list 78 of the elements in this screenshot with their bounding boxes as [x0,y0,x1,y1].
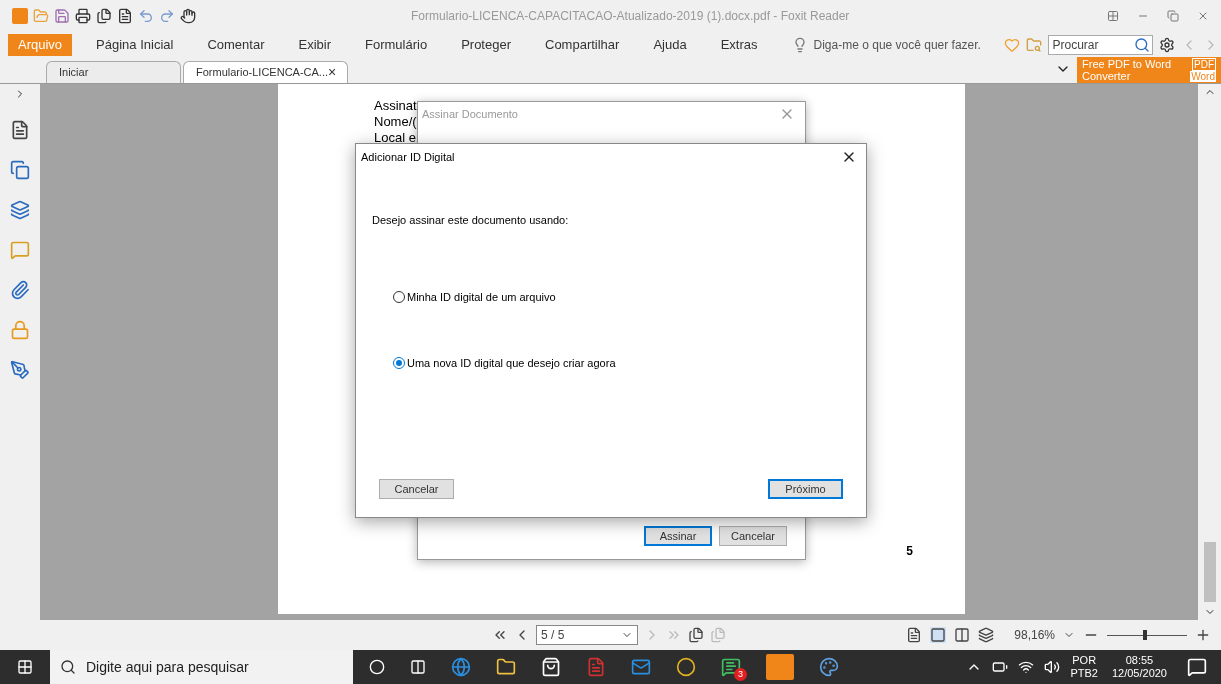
notifications-icon[interactable] [1187,657,1207,677]
menu-tab[interactable]: Ajuda [643,34,697,56]
dialog-button[interactable]: Cancelar [719,526,787,546]
document-text: Assinat [374,98,417,114]
zoom-in-icon[interactable] [1195,627,1211,643]
zoom-thumb[interactable] [1143,630,1147,640]
keyboard-layout-text[interactable]: PTB2 [1070,667,1098,680]
radio-option[interactable]: Minha ID digital de um arquivo [393,289,556,306]
menu-tab[interactable]: Formulário [355,34,438,56]
new-document-icon[interactable] [117,8,133,24]
document-tab[interactable]: Formulario-LICENCA-CA...× [183,61,348,83]
menu-tab[interactable]: Exibir [288,34,341,56]
page-number: 5 [906,543,913,560]
page-icon[interactable] [10,120,30,140]
volume-icon[interactable] [1044,659,1061,675]
ad-text: Converter [1082,70,1132,82]
search-field[interactable]: Procurar [1047,35,1153,55]
facing-icon[interactable] [954,627,971,643]
attachment-icon[interactable] [10,280,30,300]
dialog-title: Assinar Documento [422,107,518,122]
battery-icon[interactable] [992,659,1009,675]
scrollbar-thumb[interactable] [1203,542,1216,602]
browser-icon[interactable] [451,657,471,677]
taskbar-search-field[interactable]: Digite aqui para pesquisar [50,650,353,684]
pages-icon[interactable] [96,8,112,24]
window-title: Formulario-LICENCA-CAPACITACAO-Atualizado-2019 (1).docx.pdf - Foxit Reader [411,8,850,25]
menu-tab[interactable]: Página Inicial [86,34,184,56]
radio-option[interactable]: Uma nova ID digital que desejo criar agora [393,354,616,371]
document-tab[interactable]: Iniciar [46,61,181,83]
tell-me-field[interactable]: Diga-me o que você quer fazer. [813,36,1004,54]
print-icon[interactable] [75,8,91,24]
save-icon[interactable] [54,8,70,24]
ribbon-display-icon[interactable] [1107,10,1119,22]
search-icon[interactable] [1133,37,1150,53]
continuous-page-icon[interactable] [930,627,947,643]
file-explorer-icon[interactable] [496,657,516,677]
document-text: Nome/( [374,114,417,130]
previous-view-icon[interactable] [688,627,704,643]
dialog-prompt: Desejo assinar este documento usando: [372,212,569,228]
single-page-icon[interactable] [906,627,923,643]
app-icon[interactable] [586,657,606,677]
store-icon[interactable] [541,657,561,677]
clock-time[interactable]: 08:55 [1125,654,1154,667]
continuous-facing-icon[interactable] [978,627,995,643]
menu-tab[interactable]: Proteger [451,34,521,56]
search-icon [60,659,76,675]
chat-icon[interactable] [721,657,741,677]
notification-badge: 3 [734,668,747,681]
zoom-value[interactable]: 98,16% [1014,626,1055,644]
dialog-button[interactable]: Próximo [768,479,843,499]
mail-icon[interactable] [631,657,651,677]
zoom-slider[interactable] [1107,629,1187,641]
paint-icon[interactable] [819,657,839,677]
document-text: Local e [374,130,416,146]
dialog-title: Adicionar ID Digital [361,150,455,165]
dialog-button[interactable]: Cancelar [379,479,454,499]
clock-date[interactable]: 12/05/2020 [1111,667,1167,680]
redo-icon[interactable] [159,8,175,24]
settings-icon[interactable] [1158,37,1175,53]
wifi-icon[interactable] [1018,659,1035,675]
menu-tab[interactable]: Compartilhar [535,34,630,56]
dialog-button[interactable]: Assinar [644,526,712,546]
restore-icon[interactable] [1167,10,1179,22]
pages-panel-icon[interactable] [10,160,30,180]
pdf-label: PDF [1192,58,1216,71]
signature-icon[interactable] [10,360,30,380]
close-tab-button[interactable]: × [328,62,337,83]
windows-start-icon[interactable] [17,659,33,675]
task-view-icon[interactable] [410,659,426,675]
language-text[interactable]: POR [1072,654,1097,667]
ad-text: Free PDF to Word [1082,58,1172,70]
menu-tab[interactable]: Extras [710,34,768,56]
menu-tab[interactable]: Comentar [197,34,275,56]
undo-icon[interactable] [138,8,154,24]
layers-icon[interactable] [10,200,30,220]
word-label: Word [1190,71,1216,82]
hand-icon[interactable] [180,8,196,24]
page-field[interactable]: 5 / 5 [536,625,638,645]
